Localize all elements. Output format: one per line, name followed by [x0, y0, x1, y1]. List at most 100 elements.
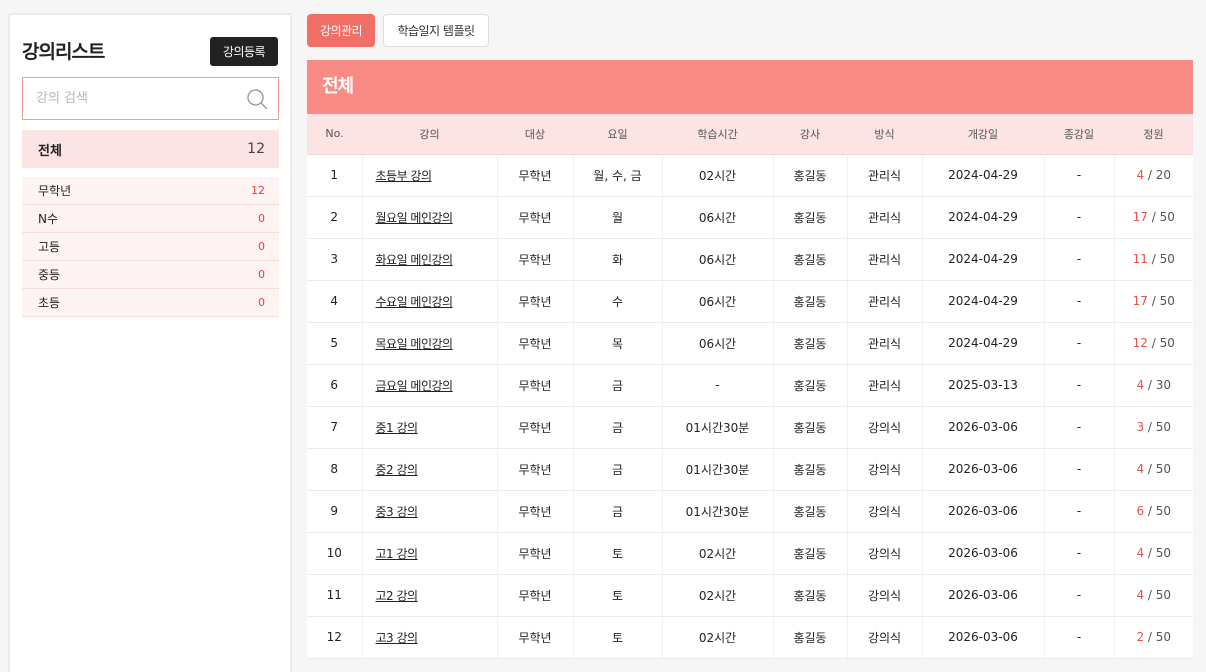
register-lecture-button[interactable]: 강의등록 [210, 37, 278, 66]
table-row[interactable]: 10 고1 강의 무학년 토 02시간 홍길동 강의식 2026-03-06-4 / 50 [307, 532, 1193, 575]
cell-method: 강의식 [847, 406, 923, 449]
col-header-lecture[interactable]: 강의 [362, 114, 497, 155]
col-header-study-time[interactable]: 학습시간 [662, 114, 773, 155]
sidebar-title: 강의리스트 [22, 41, 105, 63]
lecture-link[interactable]: 수요일 메인강의 [376, 295, 454, 309]
cell-time: - [662, 364, 774, 407]
table-row[interactable]: 4 수요일 메인강의 무학년 수 06시간 홍길동 관리식 2024-04-29-17 / 5… [307, 280, 1193, 323]
category-item-muhaknyeon[interactable]: 무학년 12 [22, 177, 279, 205]
table-row[interactable]: 3 화요일 메인강의 무학년 화 06시간 홍길동 관리식 2024-04-29-11 / 5… [307, 238, 1193, 281]
cell-end: - [1044, 280, 1115, 323]
table-row[interactable]: 9 중3 강의 무학년 금 01시간30분 홍길동 강의식 2026-03-06-6 / 50 [307, 490, 1193, 533]
enrolled-count: 2 [1136, 630, 1145, 644]
cell-lecture: 월요일 메인강의 [362, 196, 498, 239]
lecture-link[interactable]: 화요일 메인강의 [376, 253, 454, 267]
capacity-separator: / [1144, 168, 1156, 182]
capacity-separator: / [1144, 378, 1156, 392]
cell-teacher: 홍길동 [773, 196, 848, 239]
table-row[interactable]: 6 금요일 메인강의 무학년 금 - 홍길동 관리식 2025-03-13-4 / 30 [307, 364, 1193, 407]
capacity-separator: / [1147, 210, 1160, 224]
col-header-no[interactable]: No. [307, 114, 362, 155]
cell-end: - [1044, 364, 1115, 407]
col-header-capacity[interactable]: 정원 [1114, 114, 1193, 155]
lecture-link[interactable]: 중3 강의 [376, 505, 419, 519]
cell-days: 화 [573, 238, 663, 281]
category-item-high[interactable]: 고등 0 [22, 233, 279, 261]
cell-time: 06시간 [662, 196, 774, 239]
cell-capacity: 3 / 50 [1114, 406, 1193, 449]
table-row[interactable]: 5 목요일 메인강의 무학년 목 06시간 홍길동 관리식 2024-04-29-12 / 5… [307, 322, 1193, 365]
table-row[interactable]: 7 중1 강의 무학년 금 01시간30분 홍길동 강의식 2026-03-06-3 / 50 [307, 406, 1193, 449]
table-row[interactable]: 12 고3 강의 무학년 토 02시간 홍길동 강의식 2026-03-06-2 / 50 [307, 616, 1193, 659]
capacity-separator: / [1147, 336, 1160, 350]
cell-lecture: 목요일 메인강의 [362, 322, 498, 365]
cell-no: 10 [307, 532, 363, 575]
lecture-link[interactable]: 중2 강의 [376, 463, 419, 477]
cell-no: 12 [307, 616, 363, 659]
cell-end: - [1044, 154, 1115, 197]
cell-target: 무학년 [497, 322, 574, 365]
cell-lecture: 초등부 강의 [362, 154, 498, 197]
enrolled-count: 4 [1136, 588, 1145, 602]
cell-method: 강의식 [847, 574, 923, 617]
col-header-method[interactable]: 방식 [847, 114, 922, 155]
lecture-link[interactable]: 금요일 메인강의 [376, 379, 454, 393]
cell-end: - [1044, 574, 1115, 617]
lecture-link[interactable]: 초등부 강의 [376, 169, 433, 183]
cell-time: 02시간 [662, 574, 774, 617]
enrolled-count: 4 [1136, 378, 1145, 392]
lecture-link[interactable]: 고3 강의 [376, 631, 419, 645]
cell-capacity: 2 / 50 [1114, 616, 1193, 659]
cell-capacity: 17 / 50 [1114, 280, 1193, 323]
cell-end: - [1044, 448, 1115, 491]
lecture-link[interactable]: 중1 강의 [376, 421, 419, 435]
lecture-link[interactable]: 고2 강의 [376, 589, 419, 603]
cell-capacity: 4 / 20 [1114, 154, 1193, 197]
col-header-end-date[interactable]: 종강일 [1044, 114, 1114, 155]
category-all[interactable]: 전체 12 [22, 130, 279, 168]
tab-study-log-template[interactable]: 학습일지 템플릿 [383, 14, 489, 47]
table-row[interactable]: 2 월요일 메인강의 무학년 월 06시간 홍길동 관리식 2024-04-29-17 / 5… [307, 196, 1193, 239]
col-header-target[interactable]: 대상 [497, 114, 573, 155]
cell-method: 강의식 [847, 532, 923, 575]
cell-time: 02시간 [662, 616, 774, 659]
cell-method: 강의식 [847, 490, 923, 533]
col-header-teacher[interactable]: 강사 [773, 114, 847, 155]
cell-target: 무학년 [497, 616, 574, 659]
cell-target: 무학년 [497, 280, 574, 323]
category-item-nsu[interactable]: N수 0 [22, 205, 279, 233]
table-row[interactable]: 8 중2 강의 무학년 금 01시간30분 홍길동 강의식 2026-03-06-4 / 50 [307, 448, 1193, 491]
sidebar: 강의리스트 강의등록 전체 12 무학년 12 N수 0 고등 0 중등 0 초… [8, 13, 292, 672]
category-label: 고등 [38, 240, 61, 254]
cell-teacher: 홍길동 [773, 280, 848, 323]
col-header-start-date[interactable]: 개강일 [922, 114, 1044, 155]
lecture-link[interactable]: 목요일 메인강의 [376, 337, 454, 351]
cell-start: 2024-04-29 [922, 238, 1045, 281]
cell-lecture: 고2 강의 [362, 574, 498, 617]
cell-teacher: 홍길동 [773, 364, 848, 407]
cell-days: 금 [573, 406, 663, 449]
category-count: 0 [258, 268, 265, 281]
capacity-separator: / [1144, 462, 1156, 476]
capacity-total: 50 [1159, 252, 1175, 266]
cell-no: 8 [307, 448, 363, 491]
category-item-middle[interactable]: 중등 0 [22, 261, 279, 289]
lecture-link[interactable]: 고1 강의 [376, 547, 419, 561]
tab-lecture-management[interactable]: 강의관리 [307, 14, 375, 47]
cell-teacher: 홍길동 [773, 322, 848, 365]
capacity-separator: / [1144, 420, 1156, 434]
search-icon[interactable] [246, 88, 268, 110]
table-row[interactable]: 11 고2 강의 무학년 토 02시간 홍길동 강의식 2026-03-06-4 / 50 [307, 574, 1193, 617]
cell-time: 01시간30분 [662, 406, 774, 449]
table-row[interactable]: 1 초등부 강의 무학년 월, 수, 금 02시간 홍길동 관리식 2024-04-29-4 … [307, 154, 1193, 197]
lecture-link[interactable]: 월요일 메인강의 [376, 211, 454, 225]
cell-method: 강의식 [847, 448, 923, 491]
enrolled-count: 4 [1136, 462, 1145, 476]
cell-start: 2026-03-06 [922, 490, 1045, 533]
category-item-elementary[interactable]: 초등 0 [22, 289, 279, 317]
cell-teacher: 홍길동 [773, 616, 848, 659]
cell-days: 월 [573, 196, 663, 239]
cell-end: - [1044, 238, 1115, 281]
col-header-days[interactable]: 요일 [573, 114, 662, 155]
search-input[interactable] [23, 78, 238, 119]
